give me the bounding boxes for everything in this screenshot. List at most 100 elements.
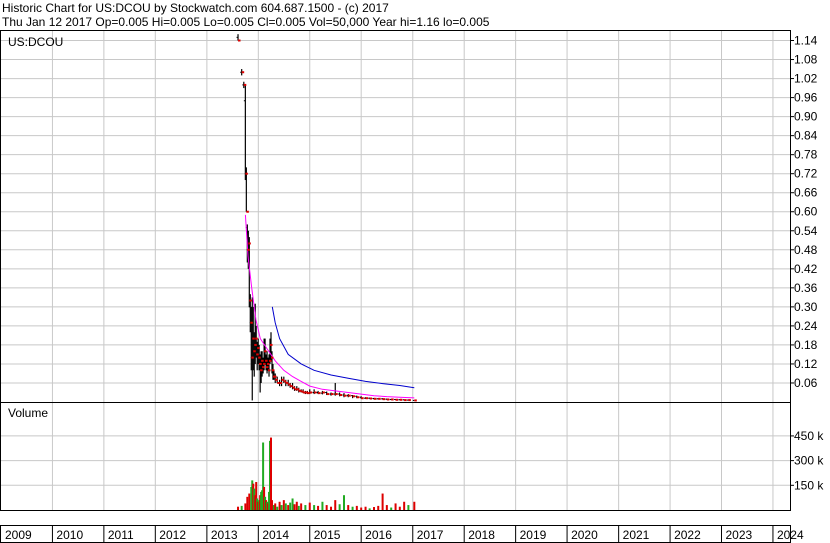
year-tick-label: 2015 [314, 528, 341, 542]
volume-bar [385, 505, 388, 510]
close-mark [404, 399, 407, 402]
close-mark [399, 398, 403, 401]
close-mark [258, 356, 261, 359]
close-mark [294, 388, 298, 391]
volume-bar [237, 506, 240, 510]
volume-bar [398, 506, 401, 510]
year-tick-label: 2017 [417, 528, 444, 542]
close-mark [261, 359, 264, 362]
price-panel [0, 30, 791, 403]
close-mark [298, 389, 302, 392]
volume-bar [248, 493, 251, 510]
close-mark [339, 394, 343, 397]
close-mark [269, 359, 272, 362]
close-mark [335, 393, 338, 396]
price-tick-label: 0.96 [794, 91, 818, 105]
close-mark [243, 83, 247, 86]
volume-tick-label: 300 k [794, 454, 824, 468]
close-mark [365, 397, 369, 400]
price-tick-label: 0.48 [794, 243, 818, 257]
close-mark [245, 172, 248, 175]
volume-bar [390, 507, 393, 510]
close-mark [290, 385, 293, 388]
volume-bar [377, 505, 380, 510]
volume-bar [334, 500, 337, 510]
year-tick-label: 2022 [674, 528, 701, 542]
price-tick-label: 0.72 [794, 167, 818, 181]
price-tick-label: 0.54 [794, 224, 818, 238]
close-mark [270, 356, 274, 359]
year-tick-label: 2019 [520, 528, 547, 542]
volume-bar [317, 505, 320, 510]
close-mark [273, 375, 277, 378]
close-mark [246, 210, 249, 213]
close-mark [318, 392, 321, 395]
volume-bar [347, 505, 350, 510]
close-mark [255, 337, 258, 340]
close-mark [408, 399, 411, 402]
volume-bar [284, 503, 287, 510]
close-mark [275, 378, 278, 381]
volume-bar [364, 506, 367, 510]
close-mark [395, 398, 399, 401]
volume-tick-label: 150 k [794, 478, 824, 492]
year-tick-label: 2013 [211, 528, 238, 542]
volume-bar [244, 503, 247, 510]
chart-window: Historic Chart for US:DCOU by Stockwatch… [0, 0, 830, 543]
close-mark [259, 362, 262, 365]
year-tick-label: 2012 [159, 528, 186, 542]
close-mark [251, 356, 254, 359]
price-tick-label: 0.84 [794, 129, 818, 143]
volume-bar [278, 501, 281, 510]
close-mark [262, 366, 265, 369]
volume-bar [297, 505, 300, 510]
close-mark [249, 299, 252, 302]
close-mark [314, 391, 317, 394]
volume-bar [394, 503, 397, 510]
volume-bar [342, 495, 345, 510]
volume-bar [304, 505, 307, 510]
close-mark [414, 399, 417, 402]
close-mark [309, 391, 313, 394]
year-tick-label: 2014 [262, 528, 289, 542]
close-mark [378, 397, 381, 400]
price-tick-label: 0.78 [794, 148, 818, 162]
price-tick-label: 0.06 [794, 376, 818, 390]
volume-bar [246, 496, 249, 510]
year-tick-label: 2016 [365, 528, 392, 542]
price-tick-label: 1.08 [794, 53, 818, 67]
volume-bar [368, 508, 371, 510]
close-mark [326, 393, 330, 396]
price-tick-label: 0.36 [794, 281, 818, 295]
close-mark [356, 396, 360, 399]
close-mark [361, 397, 364, 400]
close-mark [267, 362, 270, 365]
close-mark [285, 381, 289, 384]
close-mark [270, 343, 273, 346]
close-mark [241, 71, 245, 74]
volume-bar [360, 507, 363, 510]
volume-label: Volume [8, 406, 48, 420]
volume-bar [270, 500, 273, 510]
volume-bar [403, 501, 406, 510]
close-mark [279, 381, 283, 384]
year-tick-label: 2010 [56, 528, 83, 542]
price-tick-label: 0.18 [794, 338, 818, 352]
close-mark [248, 242, 251, 245]
close-mark [266, 366, 269, 369]
close-mark [281, 378, 285, 381]
close-mark [382, 398, 386, 401]
close-mark [322, 391, 325, 394]
price-tick-label: 0.42 [794, 262, 818, 276]
volume-bar [330, 506, 333, 510]
price-tick-label: 0.90 [794, 110, 818, 124]
year-tick-label: 2011 [108, 528, 134, 542]
volume-bar [240, 505, 243, 510]
year-tick-label: 2024 [777, 528, 804, 542]
year-tick-label: 2020 [571, 528, 598, 542]
close-mark [369, 397, 373, 400]
close-mark [260, 369, 263, 372]
year-tick-label: 2009 [5, 528, 32, 542]
volume-bar [407, 505, 410, 510]
close-mark [343, 394, 347, 397]
